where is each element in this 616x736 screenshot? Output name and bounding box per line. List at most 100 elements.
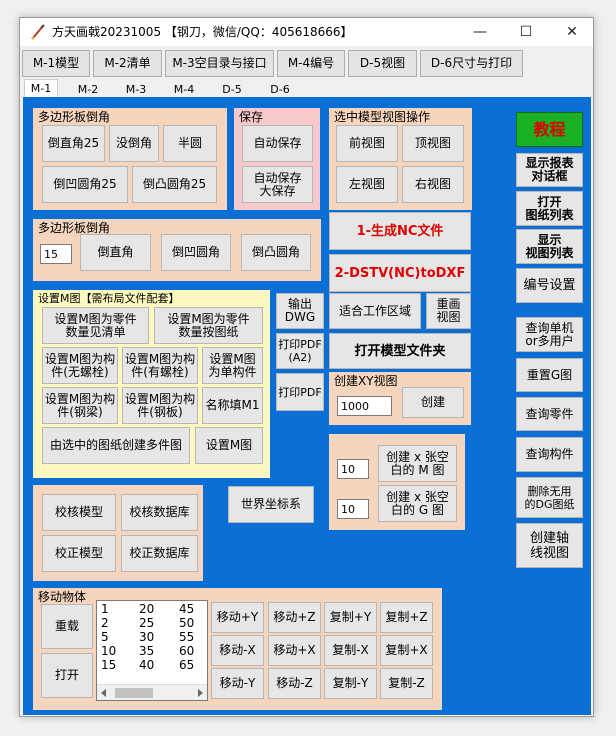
numbering-settings-button[interactable]: 编号设置 <box>516 268 583 303</box>
view-ops-panel-title: 选中模型视图操作 <box>334 110 431 124</box>
create-blank-g-button[interactable]: 创建 x 张空 白的 G 图 <box>378 485 457 522</box>
move-minus-x-button[interactable]: 移动-X <box>211 635 264 666</box>
right-view-button[interactable]: 右视图 <box>402 166 464 203</box>
tab-m1[interactable]: M-1 <box>24 79 58 97</box>
set-m-member-plate-button[interactable]: 设置M图为构 件(钢板) <box>122 387 198 424</box>
open-button[interactable]: 打开 <box>41 653 93 698</box>
output-dwg-button[interactable]: 输出DWG <box>276 293 324 329</box>
check-model-button[interactable]: 校核模型 <box>42 494 116 531</box>
toolbar-d6-dimension-print[interactable]: D-6尺寸与打印 <box>420 50 523 77</box>
no-chamfer-button[interactable]: 没倒角 <box>109 125 159 162</box>
minimize-button[interactable]: — <box>457 18 503 46</box>
copy-plus-y-button[interactable]: 复制+Y <box>324 602 377 633</box>
set-m-part-qty-list-button[interactable]: 设置M图为零件 数量见清单 <box>42 307 149 344</box>
create-multi-part-drawing-button[interactable]: 由选中的图纸创建多件图 <box>42 427 190 464</box>
create-xy-view-button[interactable]: 创建 <box>402 387 464 418</box>
move-plus-x-button[interactable]: 移动+X <box>268 635 321 666</box>
save-panel: 保存 自动保存 自动保存 大保存 <box>234 108 320 210</box>
print-pdf-button[interactable]: 打印PDF <box>276 373 324 411</box>
create-blank-m-button[interactable]: 创建 x 张空 白的 M 图 <box>378 445 457 482</box>
toolbar-m2-list[interactable]: M-2清单 <box>93 50 162 77</box>
chamfer-convex-button[interactable]: 倒凸圆角 <box>241 234 311 271</box>
scroll-left-icon[interactable] <box>99 688 109 698</box>
check-panel: 校核模型 校核数据库 校正模型 校正数据库 <box>33 485 203 581</box>
xy-view-size-input[interactable]: 1000 <box>337 396 392 416</box>
fit-work-area-button[interactable]: 适合工作区域 <box>329 293 421 329</box>
query-part-button[interactable]: 查询零件 <box>516 397 583 431</box>
chamfer-straight-25-button[interactable]: 倒直角25 <box>42 125 105 162</box>
move-plus-y-button[interactable]: 移动+Y <box>211 602 264 633</box>
world-coordinates-button[interactable]: 世界坐标系 <box>228 486 314 523</box>
copy-plus-x-button[interactable]: 复制+X <box>380 635 433 666</box>
semicircle-button[interactable]: 半圆 <box>163 125 217 162</box>
show-report-dialog-button[interactable]: 显示报表 对话框 <box>516 153 583 187</box>
set-m-member-beam-button[interactable]: 设置M图为构 件(钢梁) <box>42 387 118 424</box>
set-m-single-member-button[interactable]: 设置M图 为单构件 <box>202 347 263 384</box>
generate-nc-button[interactable]: 1-生成NC文件 <box>329 212 471 250</box>
chamfer-concave-button[interactable]: 倒凹圆角 <box>161 234 231 271</box>
tab-m4[interactable]: M-4 <box>166 81 202 97</box>
copy-minus-z-button[interactable]: 复制-Z <box>380 668 433 699</box>
reload-button[interactable]: 重载 <box>41 604 93 649</box>
reset-g-drawing-button[interactable]: 重置G图 <box>516 358 583 392</box>
tab-m3[interactable]: M-3 <box>118 81 154 97</box>
print-pdf-a2-button[interactable]: 打印PDF (A2) <box>276 333 324 369</box>
save-panel-title: 保存 <box>239 110 264 124</box>
query-single-multi-button[interactable]: 查询单机 or多用户 <box>516 317 583 352</box>
set-m-part-qty-drawing-button[interactable]: 设置M图为零件 数量按图纸 <box>154 307 263 344</box>
list-cell: 5 <box>101 630 109 644</box>
list-cell: 2 <box>101 616 109 630</box>
scroll-right-icon[interactable] <box>195 688 205 698</box>
open-model-folder-button[interactable]: 打开模型文件夹 <box>329 333 471 369</box>
move-minus-z-button[interactable]: 移动-Z <box>268 668 321 699</box>
toolbar-m4-numbering[interactable]: M-4编号 <box>277 50 345 77</box>
chamfer-straight-button[interactable]: 倒直角 <box>80 234 151 271</box>
convex-round-25-button[interactable]: 倒凸圆角25 <box>132 166 217 203</box>
top-view-button[interactable]: 顶视图 <box>402 125 464 162</box>
open-drawing-list-button[interactable]: 打开 图纸列表 <box>516 191 583 226</box>
copy-minus-x-button[interactable]: 复制-X <box>324 635 377 666</box>
listbox-horizontal-scrollbar[interactable] <box>97 684 207 700</box>
toolbar-m1-model[interactable]: M-1模型 <box>22 50 90 77</box>
auto-save-big-button[interactable]: 自动保存 大保存 <box>242 166 313 203</box>
blank-g-count-input[interactable]: 10 <box>337 499 369 519</box>
copy-plus-z-button[interactable]: 复制+Z <box>380 602 433 633</box>
scrollbar-thumb[interactable] <box>115 688 153 698</box>
blank-m-count-input[interactable]: 10 <box>337 459 369 479</box>
delete-unused-dg-button[interactable]: 删除无用 的DG图纸 <box>516 477 583 518</box>
correct-model-button[interactable]: 校正模型 <box>42 535 116 572</box>
name-fill-m1-button[interactable]: 名称填M1 <box>202 387 263 424</box>
maximize-button[interactable]: ☐ <box>503 18 549 46</box>
show-view-list-button[interactable]: 显示 视图列表 <box>516 229 583 264</box>
list-cell: 10 <box>101 644 117 658</box>
offset-listbox[interactable]: 1 20 45 2 25 50 5 30 55 10 35 60 15 40 65 <box>96 600 208 701</box>
auto-save-button[interactable]: 自动保存 <box>242 125 313 162</box>
check-database-button[interactable]: 校核数据库 <box>121 494 198 531</box>
query-member-button[interactable]: 查询构件 <box>516 437 583 472</box>
chamfer-size-input[interactable]: 15 <box>40 244 72 264</box>
create-axis-view-button[interactable]: 创建轴 线视图 <box>516 523 583 568</box>
tab-d6[interactable]: D-6 <box>262 81 298 97</box>
tab-d5[interactable]: D-5 <box>214 81 250 97</box>
tutorial-button[interactable]: 教程 <box>516 112 583 147</box>
tab-m2[interactable]: M-2 <box>70 81 106 97</box>
toolbar-d5-view[interactable]: D-5视图 <box>348 50 417 77</box>
correct-database-button[interactable]: 校正数据库 <box>121 535 198 572</box>
dstv-to-dxf-button[interactable]: 2-DSTV(NC)toDXF <box>329 254 471 292</box>
list-cell: 25 <box>139 616 155 630</box>
set-m-drawing-button[interactable]: 设置M图 <box>195 427 263 464</box>
move-plus-z-button[interactable]: 移动+Z <box>268 602 321 633</box>
title-bar[interactable]: 方天画戟20231005 【钢刀，微信/QQ：405618666】 — ☐ ✕ <box>20 18 593 46</box>
left-view-button[interactable]: 左视图 <box>336 166 398 203</box>
toolbar-m3-empty-dir[interactable]: M-3空目录与接口 <box>165 50 274 77</box>
move-minus-y-button[interactable]: 移动-Y <box>211 668 264 699</box>
close-button[interactable]: ✕ <box>549 18 593 46</box>
redraw-view-button[interactable]: 重画 视图 <box>426 293 471 329</box>
concave-round-25-button[interactable]: 倒凹圆角25 <box>42 166 128 203</box>
set-m-member-no-bolt-button[interactable]: 设置M图为构 件(无螺栓) <box>42 347 118 384</box>
front-view-button[interactable]: 前视图 <box>336 125 398 162</box>
set-m-member-bolt-button[interactable]: 设置M图为构 件(有螺栓) <box>122 347 198 384</box>
list-cell: 20 <box>139 602 155 616</box>
copy-minus-y-button[interactable]: 复制-Y <box>324 668 377 699</box>
list-cell: 15 <box>101 658 117 672</box>
